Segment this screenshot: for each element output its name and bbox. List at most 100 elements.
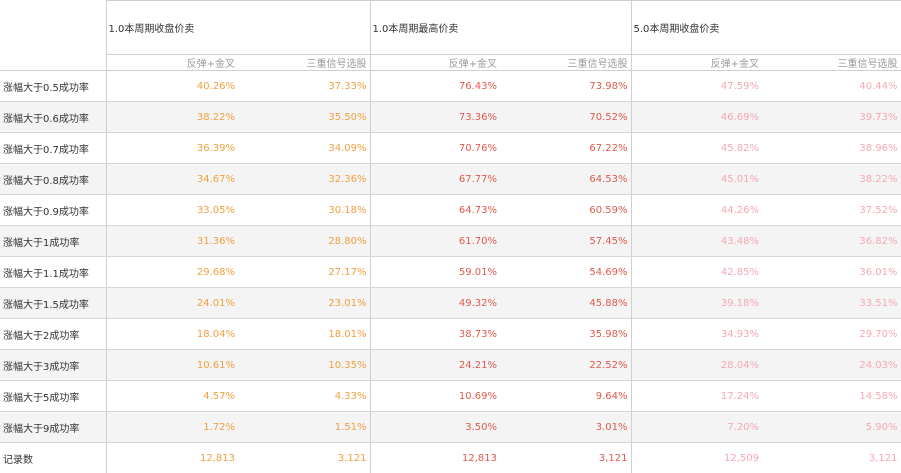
table-cell: 36.82% (762, 226, 901, 257)
table-cell: 38.73% (370, 319, 500, 350)
table-row: 涨幅大于0.6成功率 38.22% 35.50% 73.36% 70.52% 4… (0, 102, 901, 133)
sub-header-triple-signal: 三重信号选股 (238, 55, 370, 71)
table-cell: 54.69% (500, 257, 631, 288)
group-header-3: 5.0本周期收盘价卖 (631, 1, 901, 55)
table-row: 涨幅大于0.7成功率 36.39% 34.09% 70.76% 67.22% 4… (0, 133, 901, 164)
table-cell: 45.88% (500, 288, 631, 319)
table-cell: 18.01% (238, 319, 370, 350)
table-row: 涨幅大于0.9成功率 33.05% 30.18% 64.73% 60.59% 4… (0, 195, 901, 226)
table-cell: 42.85% (631, 257, 762, 288)
record-count-cell: 3,121 (238, 443, 370, 473)
row-label: 涨幅大于1.1成功率 (0, 257, 106, 288)
sub-header-triple-signal: 三重信号选股 (762, 55, 901, 71)
group-header-row: 1.0本周期收盘价卖 1.0本周期最高价卖 5.0本周期收盘价卖 (0, 1, 901, 55)
row-label: 涨幅大于0.6成功率 (0, 102, 106, 133)
sub-header-triple-signal: 三重信号选股 (500, 55, 631, 71)
row-label: 涨幅大于0.5成功率 (0, 71, 106, 102)
table-cell: 14.58% (762, 381, 901, 412)
table-row: 涨幅大于9成功率 1.72% 1.51% 3.50% 3.01% 7.20% 5… (0, 412, 901, 443)
table-body: 涨幅大于0.5成功率 40.26% 37.33% 76.43% 73.98% 4… (0, 71, 901, 473)
table-cell: 7.20% (631, 412, 762, 443)
sub-header-rebound-golden-cross: 反弹+金叉 (370, 55, 500, 71)
table-cell: 18.04% (106, 319, 238, 350)
table-cell: 36.01% (762, 257, 901, 288)
table-cell: 38.22% (106, 102, 238, 133)
table-row: 涨幅大于1成功率 31.36% 28.80% 61.70% 57.45% 43.… (0, 226, 901, 257)
row-label: 涨幅大于3成功率 (0, 350, 106, 381)
table-cell: 59.01% (370, 257, 500, 288)
table-row: 涨幅大于0.5成功率 40.26% 37.33% 76.43% 73.98% 4… (0, 71, 901, 102)
record-count-cell: 12,813 (370, 443, 500, 473)
table-cell: 10.69% (370, 381, 500, 412)
table-cell: 39.18% (631, 288, 762, 319)
table-cell: 30.18% (238, 195, 370, 226)
record-count-cell: 3,121 (762, 443, 901, 473)
table-cell: 9.64% (500, 381, 631, 412)
corner-cell-sub (0, 55, 106, 71)
row-label: 涨幅大于5成功率 (0, 381, 106, 412)
table-cell: 57.45% (500, 226, 631, 257)
table-cell: 34.93% (631, 319, 762, 350)
table-cell: 67.77% (370, 164, 500, 195)
table-cell: 43.48% (631, 226, 762, 257)
table-cell: 27.17% (238, 257, 370, 288)
table-cell: 38.22% (762, 164, 901, 195)
table-cell: 17.24% (631, 381, 762, 412)
row-label: 涨幅大于2成功率 (0, 319, 106, 350)
table-cell: 46.69% (631, 102, 762, 133)
table-cell: 34.09% (238, 133, 370, 164)
table-cell: 32.36% (238, 164, 370, 195)
table-cell: 1.72% (106, 412, 238, 443)
group-header-1: 1.0本周期收盘价卖 (106, 1, 370, 55)
table-row: 涨幅大于2成功率 18.04% 18.01% 38.73% 35.98% 34.… (0, 319, 901, 350)
table-cell: 44.26% (631, 195, 762, 226)
table-cell: 22.52% (500, 350, 631, 381)
table-cell: 64.53% (500, 164, 631, 195)
table-cell: 45.01% (631, 164, 762, 195)
sub-header-rebound-golden-cross: 反弹+金叉 (106, 55, 238, 71)
table-cell: 33.05% (106, 195, 238, 226)
table-cell: 37.33% (238, 71, 370, 102)
table-cell: 3.01% (500, 412, 631, 443)
table-cell: 67.22% (500, 133, 631, 164)
row-label: 涨幅大于1.5成功率 (0, 288, 106, 319)
table-cell: 73.98% (500, 71, 631, 102)
table-cell: 1.51% (238, 412, 370, 443)
table-cell: 35.50% (238, 102, 370, 133)
table-row: 涨幅大于1.1成功率 29.68% 27.17% 59.01% 54.69% 4… (0, 257, 901, 288)
row-label: 涨幅大于9成功率 (0, 412, 106, 443)
table-cell: 76.43% (370, 71, 500, 102)
table-cell: 45.82% (631, 133, 762, 164)
table-cell: 10.35% (238, 350, 370, 381)
table-cell: 47.59% (631, 71, 762, 102)
table-cell: 70.76% (370, 133, 500, 164)
table-cell: 49.32% (370, 288, 500, 319)
table-cell: 4.57% (106, 381, 238, 412)
table-cell: 38.96% (762, 133, 901, 164)
table-cell: 35.98% (500, 319, 631, 350)
table-cell: 36.39% (106, 133, 238, 164)
sub-header-rebound-golden-cross: 反弹+金叉 (631, 55, 762, 71)
sub-header-row: 反弹+金叉 三重信号选股 反弹+金叉 三重信号选股 反弹+金叉 三重信号选股 (0, 55, 901, 71)
table-cell: 34.67% (106, 164, 238, 195)
table-cell: 28.04% (631, 350, 762, 381)
record-count-cell: 12,813 (106, 443, 238, 473)
table-cell: 10.61% (106, 350, 238, 381)
group-header-2: 1.0本周期最高价卖 (370, 1, 631, 55)
row-label: 涨幅大于0.8成功率 (0, 164, 106, 195)
record-count-cell: 3,121 (500, 443, 631, 473)
row-label: 涨幅大于0.9成功率 (0, 195, 106, 226)
table-cell: 3.50% (370, 412, 500, 443)
table-cell: 60.59% (500, 195, 631, 226)
table-cell: 31.36% (106, 226, 238, 257)
table-cell: 40.44% (762, 71, 901, 102)
row-label: 涨幅大于0.7成功率 (0, 133, 106, 164)
table-cell: 23.01% (238, 288, 370, 319)
table-cell: 5.90% (762, 412, 901, 443)
row-label: 涨幅大于1成功率 (0, 226, 106, 257)
table-row: 涨幅大于0.8成功率 34.67% 32.36% 67.77% 64.53% 4… (0, 164, 901, 195)
table-row: 涨幅大于1.5成功率 24.01% 23.01% 49.32% 45.88% 3… (0, 288, 901, 319)
table-cell: 4.33% (238, 381, 370, 412)
total-row: 记录数 12,813 3,121 12,813 3,121 12,509 3,1… (0, 443, 901, 473)
table-cell: 29.68% (106, 257, 238, 288)
